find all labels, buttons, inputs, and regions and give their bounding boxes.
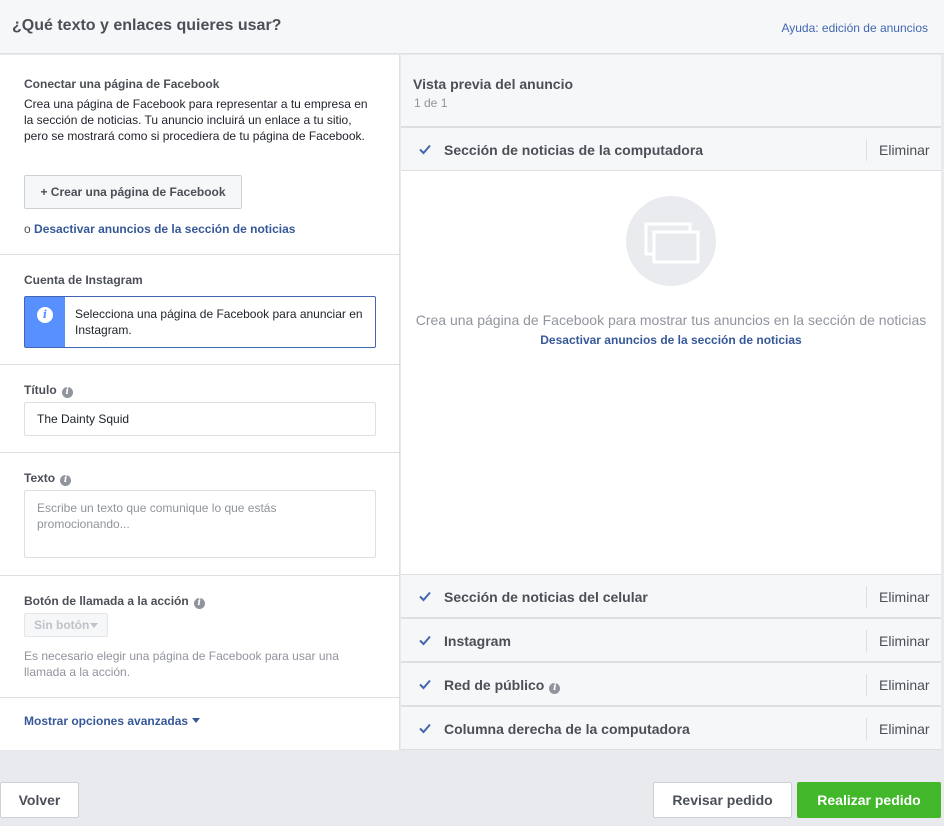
notice-bar: i	[25, 297, 65, 347]
placement-row-desktop-feed[interactable]: Sección de noticias de la computadora El…	[401, 127, 941, 171]
divider	[866, 630, 867, 652]
placement-row-mobile-feed[interactable]: Sección de noticias del celular Eliminar	[401, 574, 941, 618]
instagram-label: Cuenta de Instagram	[24, 273, 143, 287]
preview-title: Vista previa del anuncio	[413, 76, 574, 92]
placement-label: Columna derecha de la computadora	[444, 721, 690, 737]
facebook-page-description: Crea una página de Facebook para represe…	[24, 97, 368, 143]
preview-header: Vista previa del anuncio 1 de 1	[401, 55, 941, 127]
check-icon	[419, 144, 431, 155]
remove-placement-button[interactable]: Eliminar	[879, 633, 930, 649]
deactivate-news-feed-link[interactable]: Desactivar anuncios de la sección de not…	[34, 222, 295, 236]
title-section: Título i The Dainty Squid	[0, 365, 400, 453]
remove-placement-button[interactable]: Eliminar	[879, 142, 930, 158]
title-label-text: Título	[24, 383, 57, 397]
help-link[interactable]: Ayuda: edición de anuncios	[781, 21, 928, 35]
cta-note: Es necesario elegir una página de Facebo…	[24, 649, 339, 679]
divider	[866, 139, 867, 161]
cta-select[interactable]: Sin botón	[24, 613, 108, 637]
text-info-icon[interactable]: i	[60, 475, 72, 486]
caret-down-icon	[192, 718, 201, 723]
facebook-page-label: Conectar una página de Facebook	[24, 77, 220, 91]
create-facebook-page-button[interactable]: + Crear una página de Facebook	[24, 175, 242, 209]
show-advanced-options-link[interactable]: Mostrar opciones avanzadas	[24, 714, 201, 728]
placement-label: Sección de noticias de la computadora	[444, 142, 704, 158]
text-textarea[interactable]: Escribe un texto que comunique lo que es…	[24, 490, 376, 558]
cta-info-icon[interactable]: i	[193, 598, 205, 609]
chevron-down-icon	[90, 623, 98, 628]
place-order-button[interactable]: Realizar pedido	[797, 782, 941, 818]
instagram-section: Cuenta de Instagram i Selecciona una pág…	[0, 255, 400, 365]
placement-row-desktop-right-column[interactable]: Columna derecha de la computadora Elimin…	[401, 706, 941, 750]
check-icon	[419, 591, 431, 602]
deactivate-line: o Desactivar anuncios de la sección de n…	[24, 222, 295, 236]
placement-label: Sección de noticias del celular	[444, 589, 648, 605]
facebook-page-section: Conectar una página de Facebook Crea una…	[0, 55, 400, 255]
placement-label: Instagram	[444, 633, 511, 649]
placement-row-audience-network[interactable]: Red de público i Eliminar	[401, 662, 941, 706]
cta-label-text: Botón de llamada a la acción	[24, 594, 189, 608]
divider	[866, 718, 867, 740]
form-panel: Conectar una página de Facebook Crea una…	[0, 55, 400, 750]
check-icon	[419, 723, 431, 734]
remove-placement-button[interactable]: Eliminar	[879, 589, 930, 605]
text-label: Texto i	[24, 471, 72, 486]
ad-preview-placeholder-icon	[626, 196, 716, 286]
divider	[866, 586, 867, 608]
placement-row-instagram[interactable]: Instagram Eliminar	[401, 618, 941, 662]
title-label: Título i	[24, 383, 73, 398]
preview-deactivate-link[interactable]: Desactivar anuncios de la sección de not…	[401, 333, 941, 347]
text-label-text: Texto	[24, 471, 56, 485]
cta-selected-value: Sin botón	[34, 618, 90, 632]
text-section: Texto i Escribe un texto que comunique lo…	[0, 453, 400, 576]
remove-placement-button[interactable]: Eliminar	[879, 721, 930, 737]
preview-empty-message: Crea una página de Facebook para mostrar…	[415, 312, 927, 328]
dialog-header: ¿Qué texto y enlaces quieres usar? Ayuda…	[0, 0, 944, 54]
placement-label: Red de público i	[444, 677, 561, 694]
audience-network-info-icon[interactable]: i	[549, 683, 561, 694]
divider	[866, 674, 867, 696]
advanced-link-text: Mostrar opciones avanzadas	[24, 714, 189, 728]
remove-placement-button[interactable]: Eliminar	[879, 677, 930, 693]
cta-section: Botón de llamada a la acción i Sin botón …	[0, 576, 400, 698]
preview-empty-state: Crea una página de Facebook para mostrar…	[401, 172, 941, 574]
preview-panel: Vista previa del anuncio 1 de 1 Sección …	[401, 55, 941, 750]
cta-label: Botón de llamada a la acción i	[24, 594, 205, 609]
instagram-notice-text: Selecciona una página de Facebook para a…	[75, 307, 363, 337]
preview-count: 1 de 1	[414, 96, 448, 110]
review-order-button[interactable]: Revisar pedido	[653, 782, 792, 818]
info-icon: i	[37, 307, 53, 323]
or-text: o	[24, 222, 31, 236]
placement-label-text: Red de público	[444, 677, 545, 693]
title-input[interactable]: The Dainty Squid	[24, 402, 376, 436]
page-title: ¿Qué texto y enlaces quieres usar?	[12, 17, 282, 34]
check-icon	[419, 635, 431, 646]
title-info-icon[interactable]: i	[61, 387, 73, 398]
back-button[interactable]: Volver	[0, 782, 79, 818]
instagram-notice: i Selecciona una página de Facebook para…	[24, 296, 376, 348]
check-icon	[419, 679, 431, 690]
